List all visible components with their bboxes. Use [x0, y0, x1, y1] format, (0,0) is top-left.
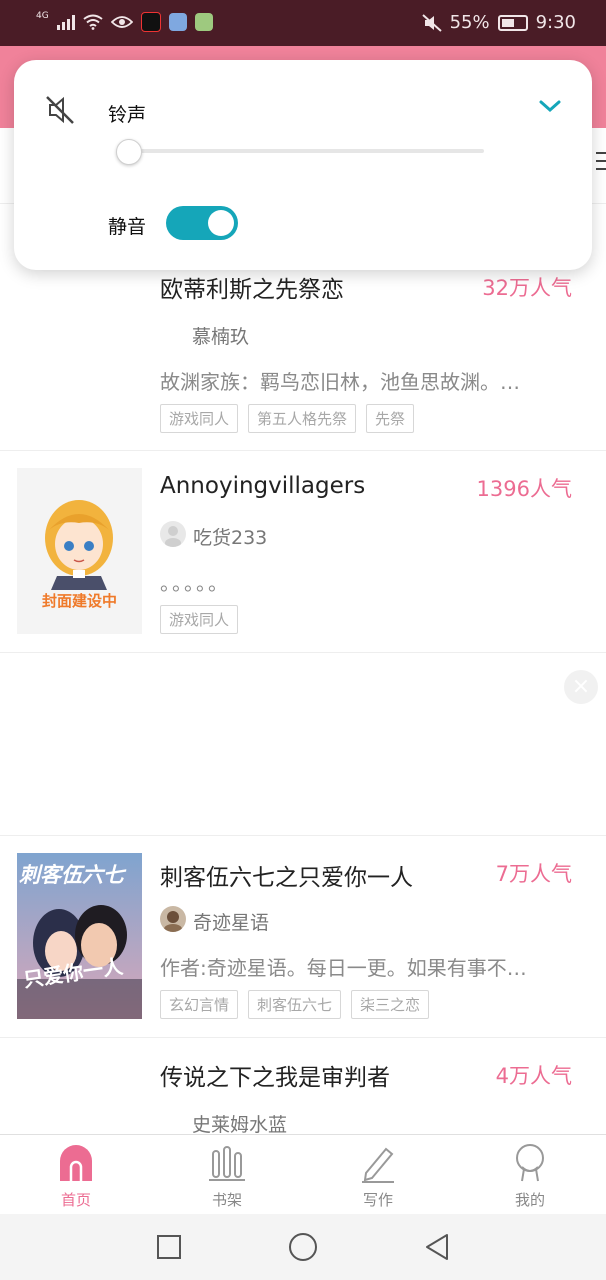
popularity: 32万人气 [482, 276, 572, 300]
network-type: 4G [36, 11, 49, 21]
popularity: 1396人气 [476, 477, 572, 501]
list-item[interactable]: 封面建设中 Annoyingvillagers 1396人气 吃货233 。。。… [0, 451, 606, 653]
tab-label: 我的 [514, 1191, 545, 1209]
app-icon-blue [168, 13, 187, 31]
ad-area [0, 653, 606, 836]
wifi-icon [83, 14, 103, 30]
eye-icon [110, 16, 133, 28]
avatar [160, 906, 186, 932]
author-name: 奇迹星语 [193, 912, 270, 934]
tab-label: 写作 [362, 1191, 393, 1209]
status-left: 4G [36, 11, 213, 32]
user-icon [516, 1144, 544, 1182]
mute-icon [421, 13, 442, 32]
speaker-muted-icon[interactable] [44, 94, 76, 126]
tag[interactable]: 柒三之恋 [351, 990, 430, 1019]
bottom-tab-bar: 首页 书架 写作 我的 [0, 1134, 606, 1215]
tag-list: 玄幻言情 刺客伍六七 柒三之恋 [160, 990, 430, 1019]
battery-percent: 55% [449, 12, 490, 33]
chevron-down-icon[interactable] [538, 98, 562, 114]
tiktok-app-icon [140, 12, 161, 32]
status-bar: 4G 55% 9:30 [0, 0, 606, 46]
author-name: 吃货233 [193, 527, 268, 549]
volume-panel: 铃声 静音 [14, 60, 592, 270]
cover-title-top: 刺客伍六七 [19, 863, 124, 887]
author-name: 史莱姆水蓝 [192, 1114, 288, 1136]
tag[interactable]: 游戏同人 [160, 605, 239, 634]
clock: 9:30 [535, 12, 576, 33]
volume-label: 铃声 [108, 104, 147, 126]
back-icon[interactable] [424, 1232, 450, 1262]
tab-label: 书架 [211, 1191, 242, 1209]
list-item[interactable]: 传说之下之我是审判者 4万人气 史莱姆水蓝 [0, 1038, 606, 1136]
book-description: 作者:奇迹星语。每日一更。如果有事不… [160, 956, 527, 980]
book-title: Annoyingvillagers [160, 473, 366, 499]
mute-toggle[interactable] [166, 206, 238, 240]
pencil-icon [362, 1147, 394, 1183]
recent-apps-icon[interactable] [156, 1234, 182, 1260]
avatar [160, 521, 186, 547]
app-icon-green [194, 13, 213, 31]
tag[interactable]: 玄幻言情 [160, 990, 239, 1019]
volume-slider-track[interactable] [124, 149, 484, 153]
status-right: 55% 9:30 [421, 12, 576, 33]
tag[interactable]: 游戏同人 [160, 404, 239, 433]
home-icon [60, 1145, 92, 1181]
system-nav-bar [0, 1214, 606, 1280]
tab-mine[interactable]: 我的 [470, 1135, 590, 1215]
tag[interactable]: 刺客伍六七 [248, 990, 342, 1019]
mute-label: 静音 [108, 216, 147, 238]
volume-slider-thumb[interactable] [116, 139, 142, 165]
book-title: 刺客伍六七之只爱你一人 [160, 865, 413, 891]
popularity: 4万人气 [495, 1064, 572, 1088]
signal-icon [56, 14, 75, 30]
book-title: 欧蒂利斯之先祭恋 [160, 277, 344, 303]
cover-placeholder-text: 封面建设中 [41, 592, 117, 610]
tag[interactable]: 第五人格先祭 [248, 404, 357, 433]
toggle-knob [208, 210, 234, 236]
popularity: 7万人气 [495, 862, 572, 886]
tab-home[interactable]: 首页 [16, 1135, 136, 1215]
book-title: 传说之下之我是审判者 [160, 1065, 390, 1091]
book-cover: 刺客伍六七 只爱你一人 [17, 853, 142, 1019]
close-icon[interactable]: × [564, 670, 598, 704]
battery-icon [497, 14, 528, 31]
book-description: 。。。。。 [160, 571, 230, 595]
bookshelf-icon [209, 1146, 245, 1181]
tag-list: 游戏同人 [160, 605, 239, 634]
list-item[interactable]: 刺客伍六七 只爱你一人 刺客伍六七之只爱你一人 7万人气 奇迹星语 作者:奇迹星… [0, 836, 606, 1038]
home-circle-icon[interactable] [288, 1232, 318, 1262]
tag[interactable]: 先祭 [366, 404, 415, 433]
tab-write[interactable]: 写作 [318, 1135, 438, 1215]
tab-bookshelf[interactable]: 书架 [167, 1135, 287, 1215]
list-item[interactable]: 欧蒂利斯之先祭恋 32万人气 慕楠玖 故渊家族：羁鸟恋旧林，池鱼思故渊。… 游戏… [0, 250, 606, 451]
book-description: 故渊家族：羁鸟恋旧林，池鱼思故渊。… [160, 370, 520, 394]
menu-icon[interactable] [596, 152, 606, 176]
tab-label: 首页 [60, 1191, 91, 1209]
tag-list: 游戏同人 第五人格先祭 先祭 [160, 404, 415, 433]
book-cover: 封面建设中 [17, 468, 142, 634]
author-name: 慕楠玖 [192, 326, 250, 348]
